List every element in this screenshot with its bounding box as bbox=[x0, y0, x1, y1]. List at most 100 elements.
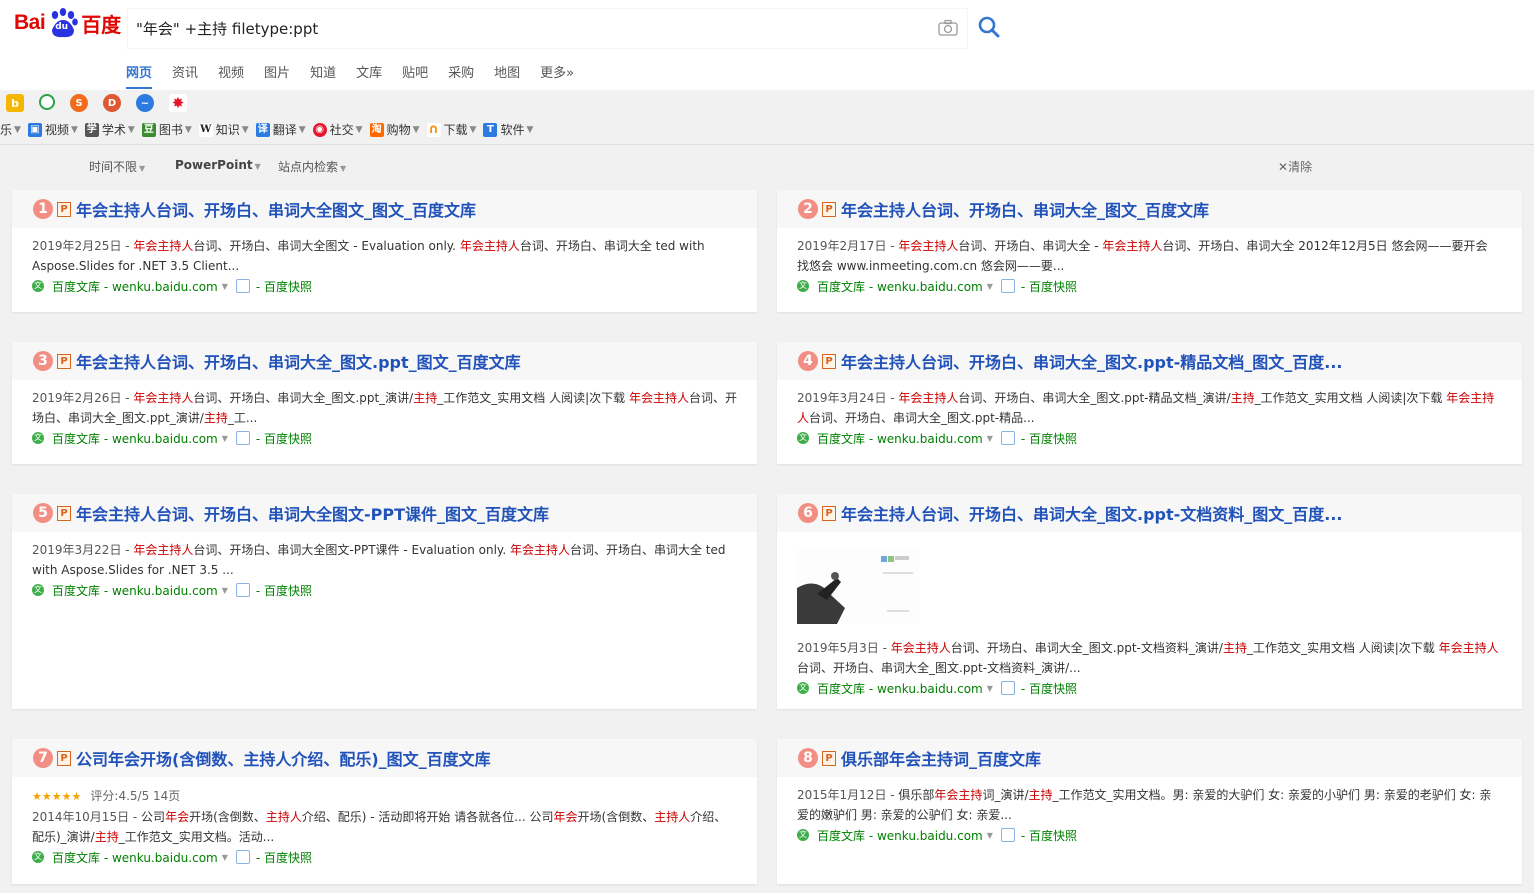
source-link[interactable]: 百度文库 - wenku.baidu.com bbox=[817, 278, 983, 295]
bing-icon[interactable]: b bbox=[6, 94, 24, 112]
result-header: 4 P 年会主持人台词、开场白、串词大全_图文.ppt-精品文档_图文_百度..… bbox=[777, 342, 1522, 380]
snippet-text: _工... bbox=[227, 411, 258, 425]
tab-wenku[interactable]: 文库 bbox=[356, 62, 382, 89]
source-link[interactable]: 百度文库 - wenku.baidu.com bbox=[52, 430, 218, 447]
security-shield-icon[interactable] bbox=[1000, 431, 1015, 445]
source-link[interactable]: 百度文库 - wenku.baidu.com bbox=[52, 582, 218, 599]
highlighted-keyword: 年会主持人 bbox=[628, 391, 689, 405]
bookmark-wiki[interactable]: W 知识 ▼ bbox=[198, 121, 249, 138]
chevron-down-icon[interactable]: ▼ bbox=[987, 831, 993, 840]
security-shield-icon[interactable] bbox=[235, 850, 250, 864]
chevron-down-icon[interactable]: ▼ bbox=[987, 282, 993, 291]
bookmark-music[interactable]: 乐 ▼ bbox=[0, 121, 21, 138]
chevron-down-icon[interactable]: ▼ bbox=[987, 684, 993, 693]
chevron-down-icon[interactable]: ▼ bbox=[222, 586, 228, 595]
result-title-link[interactable]: 年会主持人台词、开场白、串词大全_图文_百度文库 bbox=[841, 197, 1209, 221]
filetype-filter[interactable]: PowerPoint ▼ bbox=[175, 158, 261, 172]
result-snippet: 2019年3月22日 - 年会主持人台词、开场白、串词大全图文-PPT课件 - … bbox=[32, 540, 737, 580]
tab-zhidao[interactable]: 知道 bbox=[310, 62, 336, 89]
chevron-down-icon: ▼ bbox=[526, 124, 534, 135]
tab-tieba[interactable]: 贴吧 bbox=[402, 62, 428, 89]
tab-news[interactable]: 资讯 bbox=[172, 62, 198, 89]
source-link[interactable]: 百度文库 - wenku.baidu.com bbox=[817, 827, 983, 844]
source-link[interactable]: 百度文库 - wenku.baidu.com bbox=[817, 430, 983, 447]
result-snippet: 2014年10月15日 - 公司年会开场(含倒数、主持人介绍、配乐) - 活动即… bbox=[32, 807, 737, 847]
security-shield-icon[interactable] bbox=[235, 279, 250, 293]
snapshot-link[interactable]: - 百度快照 bbox=[256, 582, 312, 599]
sogou-icon[interactable]: S bbox=[70, 94, 88, 112]
security-shield-icon[interactable] bbox=[235, 431, 250, 445]
result-title-link[interactable]: 年会主持人台词、开场白、串词大全图文-PPT课件_图文_百度文库 bbox=[76, 501, 549, 525]
tab-caigou[interactable]: 采购 bbox=[448, 62, 474, 89]
snapshot-link[interactable]: - 百度快照 bbox=[1021, 827, 1077, 844]
search360-icon[interactable] bbox=[39, 94, 55, 110]
tab-video[interactable]: 视频 bbox=[218, 62, 244, 89]
bookmark-software[interactable]: T 软件 ▼ bbox=[483, 121, 533, 138]
camera-icon[interactable] bbox=[938, 19, 958, 37]
result-source: 文 百度文库 - wenku.baidu.com ▼ - 百度快照 bbox=[32, 428, 737, 448]
result-date: 2019年2月26日 - bbox=[32, 391, 134, 405]
result-title-link[interactable]: 年会主持人台词、开场白、串词大全图文_图文_百度文库 bbox=[76, 197, 476, 221]
tab-web[interactable]: 网页 bbox=[126, 62, 153, 89]
chevron-down-icon[interactable]: ▼ bbox=[222, 282, 228, 291]
baidu-app-icon[interactable]: ~ bbox=[136, 94, 154, 112]
highlighted-keyword: 年会主持 bbox=[934, 788, 983, 802]
security-shield-icon[interactable] bbox=[1000, 681, 1015, 695]
source-link[interactable]: 百度文库 - wenku.baidu.com bbox=[52, 849, 218, 866]
snapshot-link[interactable]: - 百度快照 bbox=[256, 430, 312, 447]
snapshot-link[interactable]: - 百度快照 bbox=[1021, 278, 1077, 295]
time-filter[interactable]: 时间不限 ▼ bbox=[89, 158, 145, 175]
result-date: 2019年3月22日 - bbox=[32, 543, 134, 557]
sun-icon[interactable]: ✸ bbox=[169, 94, 187, 112]
bookmark-social[interactable]: ◉ 社交 ▼ bbox=[312, 121, 363, 138]
result-number: 1 bbox=[33, 199, 53, 219]
bookmark-scholar[interactable]: 学学术 ▼ bbox=[84, 121, 135, 138]
source-link[interactable]: 百度文库 - wenku.baidu.com bbox=[817, 680, 983, 697]
wenku-icon: 文 bbox=[797, 829, 809, 841]
tab-images[interactable]: 图片 bbox=[264, 62, 290, 89]
chevron-down-icon[interactable]: ▼ bbox=[222, 434, 228, 443]
tab-map[interactable]: 地图 bbox=[494, 62, 520, 89]
bookmark-books[interactable]: 豆图书 ▼ bbox=[141, 121, 192, 138]
result-title-link[interactable]: 年会主持人台词、开场白、串词大全_图文.ppt-精品文档_图文_百度... bbox=[841, 349, 1343, 373]
result-title-link[interactable]: 年会主持人台词、开场白、串词大全_图文.ppt_图文_百度文库 bbox=[76, 349, 521, 373]
result-body: 2019年2月17日 - 年会主持人台词、开场白、串词大全 - 年会主持人台词、… bbox=[777, 228, 1522, 296]
security-shield-icon[interactable] bbox=[235, 583, 250, 597]
snapshot-link[interactable]: - 百度快照 bbox=[1021, 680, 1077, 697]
highlighted-keyword: 年会主持人 bbox=[133, 543, 194, 557]
duckduckgo-icon[interactable]: D bbox=[103, 94, 121, 112]
result-header: 2 P 年会主持人台词、开场白、串词大全_图文_百度文库 bbox=[777, 190, 1522, 228]
bookmark-download[interactable]: ∩ 下载 ▼ bbox=[426, 121, 476, 138]
bookmark-translate[interactable]: 译翻译 ▼ bbox=[255, 121, 306, 138]
result-body: ★★★★★ 评分:4.5/5 14页 2014年10月15日 - 公司年会开场(… bbox=[12, 777, 757, 867]
bookmark-label: 视频 bbox=[44, 123, 69, 137]
bookmark-video[interactable]: ▣ 视频 ▼ bbox=[27, 121, 78, 138]
bookmark-shop[interactable]: 淘购物 ▼ bbox=[369, 121, 420, 138]
tab-more[interactable]: 更多» bbox=[540, 62, 574, 89]
security-shield-icon[interactable] bbox=[1000, 279, 1015, 293]
snapshot-link[interactable]: - 百度快照 bbox=[256, 849, 312, 866]
result-date: 2019年2月25日 - bbox=[32, 239, 134, 253]
ppt-thumbnail-image[interactable] bbox=[797, 548, 919, 624]
baidu-logo[interactable]: Bai du 百度 bbox=[14, 6, 121, 40]
result-header: 8 P 俱乐部年会主持词_百度文库 bbox=[777, 739, 1522, 777]
source-link[interactable]: 百度文库 - wenku.baidu.com bbox=[52, 278, 218, 295]
chevron-down-icon[interactable]: ▼ bbox=[222, 853, 228, 862]
snapshot-link[interactable]: - 百度快照 bbox=[256, 278, 312, 295]
result-source: 文 百度文库 - wenku.baidu.com ▼ - 百度快照 bbox=[797, 678, 1502, 698]
security-shield-icon[interactable] bbox=[1000, 828, 1015, 842]
clear-filters-button[interactable]: ✕清除 bbox=[1278, 158, 1312, 175]
search-input[interactable] bbox=[134, 18, 898, 39]
chevron-down-icon: ▼ bbox=[127, 124, 135, 135]
wenku-icon: 文 bbox=[32, 280, 44, 292]
chevron-down-icon[interactable]: ▼ bbox=[987, 434, 993, 443]
search-icon[interactable] bbox=[978, 16, 1000, 38]
result-date: 2014年10月15日 - bbox=[32, 810, 142, 824]
chevron-down-icon: ▼ bbox=[241, 124, 249, 135]
site-filter[interactable]: 站点内检索 ▼ bbox=[278, 158, 346, 175]
software-icon: T bbox=[483, 122, 498, 137]
result-title-link[interactable]: 公司年会开场(含倒数、主持人介绍、配乐)_图文_百度文库 bbox=[76, 746, 491, 770]
result-title-link[interactable]: 年会主持人台词、开场白、串词大全_图文.ppt-文档资料_图文_百度... bbox=[841, 501, 1343, 525]
snapshot-link[interactable]: - 百度快照 bbox=[1021, 430, 1077, 447]
result-title-link[interactable]: 俱乐部年会主持词_百度文库 bbox=[841, 746, 1041, 770]
